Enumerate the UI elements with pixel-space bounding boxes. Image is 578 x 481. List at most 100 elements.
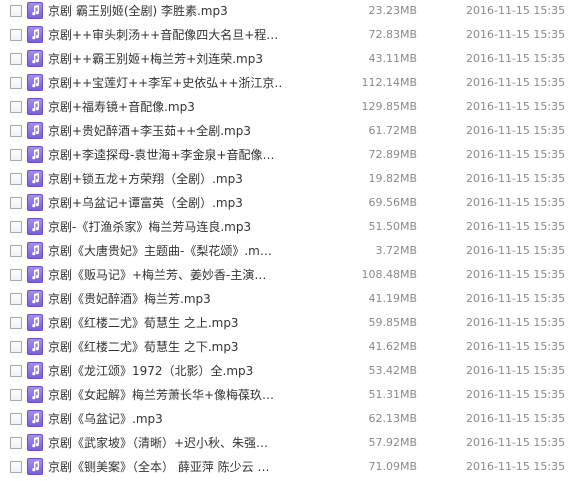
file-size: 43.11MB [368, 52, 417, 65]
file-row[interactable]: 京剧++审头刺汤++音配像四大名旦+程… 72.83MB 2016-11-15 … [0, 24, 578, 48]
file-row[interactable]: 京剧+锁五龙+方荣翔（全剧）.mp3 19.82MB 2016-11-15 15… [0, 168, 578, 192]
music-file-icon [27, 26, 43, 43]
select-checkbox[interactable] [10, 461, 22, 473]
file-size: 59.85MB [368, 316, 417, 329]
file-name[interactable]: 京剧《女起解》梅兰芳萧长华+像梅葆玖… [48, 387, 283, 403]
file-date: 2016-11-15 15:35 [466, 52, 566, 65]
file-date: 2016-11-15 15:35 [466, 412, 566, 425]
file-date: 2016-11-15 15:35 [466, 76, 566, 89]
file-name[interactable]: 京剧++宝莲灯++李军+史依弘++浙江京… [48, 75, 283, 91]
select-checkbox[interactable] [10, 269, 22, 281]
music-file-icon [27, 338, 43, 355]
file-row[interactable]: 京剧《女起解》梅兰芳萧长华+像梅葆玖… 51.31MB 2016-11-15 1… [0, 384, 578, 408]
music-file-icon [27, 434, 43, 451]
file-name[interactable]: 京剧《大唐贵妃》主题曲-《梨花颂》.m… [48, 243, 283, 259]
music-file-icon [27, 194, 43, 211]
file-date: 2016-11-15 15:35 [466, 268, 566, 281]
file-name[interactable]: 京剧《铡美案》（全本） 薛亚萍 陈少云 … [48, 459, 283, 475]
select-checkbox[interactable] [10, 293, 22, 305]
file-row[interactable]: 京剧+贵妃醉酒+李玉茹++全剧.mp3 61.72MB 2016-11-15 1… [0, 120, 578, 144]
file-row[interactable]: 京剧+福寿镜+音配像.mp3 129.85MB 2016-11-15 15:35 [0, 96, 578, 120]
file-row[interactable]: 京剧《大唐贵妃》主题曲-《梨花颂》.m… 3.72MB 2016-11-15 1… [0, 240, 578, 264]
file-row[interactable]: 京剧++霸王别姬+梅兰芳+刘连荣.mp3 43.11MB 2016-11-15 … [0, 48, 578, 72]
file-row[interactable]: 京剧+李逵探母-袁世海+李金泉+音配像… 72.89MB 2016-11-15 … [0, 144, 578, 168]
file-date: 2016-11-15 15:35 [466, 364, 566, 377]
select-checkbox[interactable] [10, 53, 22, 65]
file-date: 2016-11-15 15:35 [466, 388, 566, 401]
file-name[interactable]: 京剧《红楼二尤》荀慧生 之下.mp3 [48, 339, 283, 355]
select-checkbox[interactable] [10, 5, 22, 17]
music-file-icon [27, 242, 43, 259]
music-file-icon [27, 386, 43, 403]
select-checkbox[interactable] [10, 77, 22, 89]
file-size: 19.82MB [368, 172, 417, 185]
file-row[interactable]: 京剧《红楼二尤》荀慧生 之上.mp3 59.85MB 2016-11-15 15… [0, 312, 578, 336]
file-row[interactable]: 京剧《贩马记》+梅兰芳、姜妙香-主演… 108.48MB 2016-11-15 … [0, 264, 578, 288]
select-checkbox[interactable] [10, 29, 22, 41]
file-date: 2016-11-15 15:35 [466, 460, 566, 473]
file-size: 51.50MB [368, 220, 417, 233]
file-name[interactable]: 京剧+锁五龙+方荣翔（全剧）.mp3 [48, 171, 283, 187]
file-date: 2016-11-15 15:35 [466, 124, 566, 137]
music-file-icon [27, 74, 43, 91]
file-size: 62.13MB [368, 412, 417, 425]
file-size: 51.31MB [368, 388, 417, 401]
select-checkbox[interactable] [10, 365, 22, 377]
file-size: 72.83MB [368, 28, 417, 41]
file-row[interactable]: 京剧《铡美案》（全本） 薛亚萍 陈少云 … 71.09MB 2016-11-15… [0, 456, 578, 480]
file-size: 61.72MB [368, 124, 417, 137]
select-checkbox[interactable] [10, 197, 22, 209]
select-checkbox[interactable] [10, 317, 22, 329]
file-name[interactable]: 京剧《武家坡》（清晰）+迟小秋、朱强… [48, 435, 283, 451]
file-row[interactable]: 京剧《贵妃醉酒》梅兰芳.mp3 41.19MB 2016-11-15 15:35 [0, 288, 578, 312]
file-name[interactable]: 京剧+乌盆记+谭富英（全剧）.mp3 [48, 195, 283, 211]
select-checkbox[interactable] [10, 221, 22, 233]
select-checkbox[interactable] [10, 149, 22, 161]
file-date: 2016-11-15 15:35 [466, 340, 566, 353]
file-row[interactable]: 京剧++宝莲灯++李军+史依弘++浙江京… 112.14MB 2016-11-1… [0, 72, 578, 96]
file-date: 2016-11-15 15:35 [466, 196, 566, 209]
file-row[interactable]: 京剧+乌盆记+谭富英（全剧）.mp3 69.56MB 2016-11-15 15… [0, 192, 578, 216]
select-checkbox[interactable] [10, 101, 22, 113]
file-date: 2016-11-15 15:35 [466, 28, 566, 41]
file-size: 3.72MB [375, 244, 417, 257]
file-size: 69.56MB [368, 196, 417, 209]
select-checkbox[interactable] [10, 413, 22, 425]
file-name[interactable]: 京剧《乌盆记》.mp3 [48, 411, 283, 427]
file-row[interactable]: 京剧《龙江颂》1972（北影）全.mp3 53.42MB 2016-11-15 … [0, 360, 578, 384]
file-name[interactable]: 京剧 霸王别姬(全剧) 李胜素.mp3 [48, 3, 283, 19]
file-name[interactable]: 京剧+福寿镜+音配像.mp3 [48, 99, 283, 115]
file-date: 2016-11-15 15:35 [466, 436, 566, 449]
file-name[interactable]: 京剧+贵妃醉酒+李玉茹++全剧.mp3 [48, 123, 283, 139]
file-name[interactable]: 京剧《贵妃醉酒》梅兰芳.mp3 [48, 291, 283, 307]
file-name[interactable]: 京剧《龙江颂》1972（北影）全.mp3 [48, 363, 283, 379]
file-name[interactable]: 京剧+李逵探母-袁世海+李金泉+音配像… [48, 147, 283, 163]
file-row[interactable]: 京剧-《打渔杀家》梅兰芳马连良.mp3 51.50MB 2016-11-15 1… [0, 216, 578, 240]
file-row[interactable]: 京剧《乌盆记》.mp3 62.13MB 2016-11-15 15:35 [0, 408, 578, 432]
file-date: 2016-11-15 15:35 [466, 244, 566, 257]
select-checkbox[interactable] [10, 389, 22, 401]
file-size: 41.19MB [368, 292, 417, 305]
select-checkbox[interactable] [10, 125, 22, 137]
file-size: 53.42MB [368, 364, 417, 377]
select-checkbox[interactable] [10, 173, 22, 185]
file-date: 2016-11-15 15:35 [466, 148, 566, 161]
file-row[interactable]: 京剧《红楼二尤》荀慧生 之下.mp3 41.62MB 2016-11-15 15… [0, 336, 578, 360]
select-checkbox[interactable] [10, 341, 22, 353]
file-name[interactable]: 京剧++审头刺汤++音配像四大名旦+程… [48, 27, 283, 43]
music-file-icon [27, 290, 43, 307]
file-row[interactable]: 京剧 霸王别姬(全剧) 李胜素.mp3 23.23MB 2016-11-15 1… [0, 0, 578, 24]
file-size: 23.23MB [368, 4, 417, 17]
select-checkbox[interactable] [10, 437, 22, 449]
music-file-icon [27, 314, 43, 331]
music-file-icon [27, 410, 43, 427]
select-checkbox[interactable] [10, 245, 22, 257]
file-date: 2016-11-15 15:35 [466, 316, 566, 329]
file-name[interactable]: 京剧-《打渔杀家》梅兰芳马连良.mp3 [48, 219, 283, 235]
file-name[interactable]: 京剧《红楼二尤》荀慧生 之上.mp3 [48, 315, 283, 331]
file-name[interactable]: 京剧++霸王别姬+梅兰芳+刘连荣.mp3 [48, 51, 283, 67]
file-row[interactable]: 京剧《武家坡》（清晰）+迟小秋、朱强… 57.92MB 2016-11-15 1… [0, 432, 578, 456]
file-name[interactable]: 京剧《贩马记》+梅兰芳、姜妙香-主演… [48, 267, 283, 283]
file-size: 112.14MB [361, 76, 417, 89]
music-file-icon [27, 266, 43, 283]
